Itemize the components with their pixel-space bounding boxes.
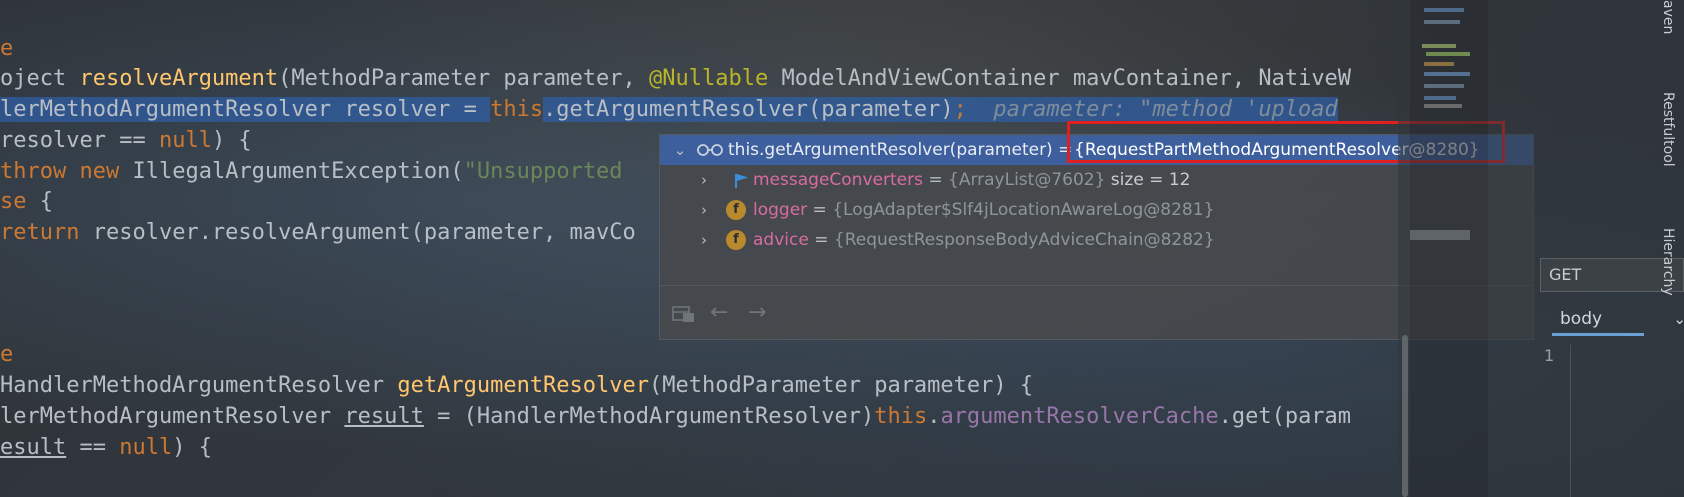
node-value: {LogAdapter$Slf4jLocationAwareLog@8281} <box>832 200 1215 220</box>
scrollbar-thumb[interactable] <box>1402 335 1408 497</box>
code-line: HandlerMethodArgumentResolver getArgumen… <box>0 369 1033 402</box>
keyword: se <box>0 189 27 214</box>
code-token: ) { <box>211 128 252 153</box>
node-name: advice <box>753 230 809 250</box>
minimap-mark <box>1410 230 1470 240</box>
body-line-number: 1 <box>1544 346 1555 365</box>
code-token: = (HandlerMethodArgumentResolver) <box>423 404 875 429</box>
minimap-mark <box>1424 84 1464 88</box>
code-token: . <box>927 404 941 429</box>
code-line: lerMethodArgumentResolver result = (Hand… <box>0 400 1351 433</box>
code-line: oject resolveArgument(MethodParameter pa… <box>0 62 1351 95</box>
chevron-right-icon[interactable]: › <box>696 165 712 195</box>
keyword: throw <box>0 159 67 184</box>
node-equals: = <box>807 200 833 220</box>
code-token: .get(param <box>1218 404 1352 429</box>
keyword: this <box>874 404 928 429</box>
watch-glasses-icon <box>697 144 723 156</box>
code-token: resolver.resolveArgument(parameter, mavC… <box>79 220 636 245</box>
flag-icon <box>735 174 748 188</box>
keyword: return <box>0 220 80 245</box>
chevron-down-icon[interactable]: ⌄ <box>672 135 688 165</box>
side-tab-maven[interactable]: aven <box>1660 0 1676 34</box>
code-line: return resolver.resolveArgument(paramete… <box>0 216 636 249</box>
minimap-mark <box>1426 52 1470 56</box>
minimap-gutter[interactable] <box>1410 0 1488 497</box>
side-tab-restfultool[interactable]: Restfultool <box>1660 92 1676 167</box>
minimap-mark <box>1424 20 1460 24</box>
http-client-panel <box>1488 0 1684 497</box>
code-token: ; <box>953 97 967 122</box>
minimap-mark <box>1424 8 1464 12</box>
back-arrow-icon[interactable]: ← <box>710 300 728 325</box>
string-literal: "Unsupported <box>463 159 623 184</box>
pin-to-tree-icon[interactable] <box>672 304 696 324</box>
code-token: ModelAndViewContainer mavContainer, Nati… <box>768 66 1352 91</box>
code-token: HandlerMethodArgumentResolver <box>0 373 398 398</box>
keyword: this <box>490 97 544 122</box>
body-tab-select[interactable]: body ⌄ <box>1540 302 1684 336</box>
field-icon: f <box>726 200 746 220</box>
code-token: oject <box>0 66 80 91</box>
code-token: e <box>0 36 14 61</box>
side-tab-hierarchy[interactable]: Hierarchy <box>1660 228 1676 296</box>
variable: result <box>344 404 424 429</box>
code-token: == <box>66 435 120 460</box>
chevron-down-icon[interactable]: ⌄ <box>1673 302 1684 336</box>
body-editor-divider <box>1570 345 1571 497</box>
minimap-mark <box>1422 44 1456 48</box>
node-extra: size = 12 <box>1105 170 1191 190</box>
minimap-mark <box>1424 96 1456 100</box>
code-token: (MethodParameter parameter, <box>278 66 650 91</box>
code-line: esult == null) { <box>0 431 212 464</box>
minimap-mark <box>1424 72 1470 76</box>
code-token: { <box>26 189 53 214</box>
body-tab-label: body <box>1560 309 1603 329</box>
forward-arrow-icon[interactable]: → <box>748 300 766 325</box>
code-token: lerMethodArgumentResolver <box>0 404 345 429</box>
field-icon: f <box>726 230 746 250</box>
code-token: (MethodParameter parameter) { <box>649 373 1034 398</box>
code-line: se { <box>0 185 53 218</box>
inline-debug-value: parameter: "method 'upload <box>966 97 1338 122</box>
keyword: new <box>79 159 120 184</box>
code-token: resolver == <box>0 128 159 153</box>
method-name: getArgumentResolver <box>397 373 650 398</box>
node-name: logger <box>753 200 808 220</box>
keyword: null <box>119 435 173 460</box>
code-token: .getArgumentResolver(parameter) <box>543 97 954 122</box>
expression-label: this.getArgumentResolver(parameter) = <box>728 140 1073 160</box>
code-token: e <box>0 342 14 367</box>
keyword: null <box>158 128 212 153</box>
code-line: e <box>0 32 13 65</box>
code-line: resolver == null) { <box>0 124 252 157</box>
node-equals: = <box>922 170 948 190</box>
code-token: IllegalArgumentException( <box>119 159 464 184</box>
field-reference: argumentResolverCache <box>940 404 1219 429</box>
annotation: @Nullable <box>649 66 769 91</box>
code-token: lerMethodArgumentResolver resolver = <box>0 97 491 122</box>
tab-underline <box>1552 333 1644 336</box>
chevron-right-icon[interactable]: › <box>696 225 712 255</box>
variable: esult <box>0 435 67 460</box>
minimap-mark <box>1424 104 1462 108</box>
chevron-right-icon[interactable]: › <box>696 195 712 225</box>
node-name: messageConverters <box>753 170 923 190</box>
method-name: resolveArgument <box>79 66 279 91</box>
code-token: ) { <box>172 435 212 460</box>
code-line: e <box>0 338 13 371</box>
node-equals: = <box>808 230 834 250</box>
minimap-mark <box>1424 62 1454 66</box>
node-value: {ArrayList@7602} <box>948 170 1106 190</box>
code-line: throw new IllegalArgumentException("Unsu… <box>0 155 623 188</box>
node-value: {RequestResponseBodyAdviceChain@8282} <box>833 230 1215 250</box>
